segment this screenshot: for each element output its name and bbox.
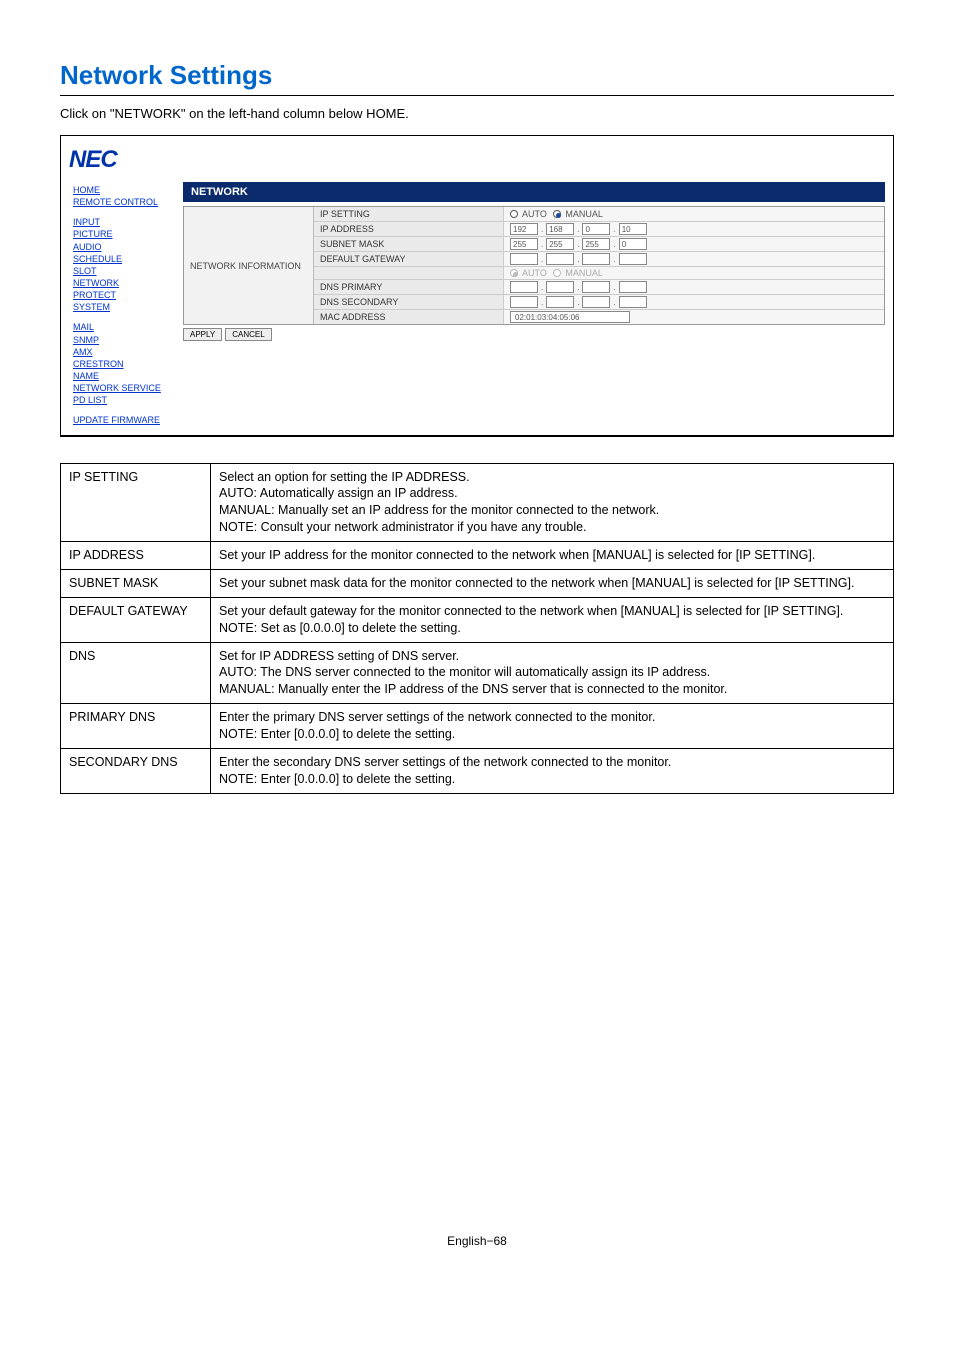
embedded-screenshot: NEC HOME REMOTE CONTROL INPUT PICTURE AU…: [60, 135, 894, 437]
table-row: DNSSet for IP ADDRESS setting of DNS ser…: [61, 642, 894, 704]
desc-value: Select an option for setting the IP ADDR…: [211, 463, 894, 542]
table-row: IP ADDRESSSet your IP address for the mo…: [61, 542, 894, 570]
table-row: DEFAULT GATEWAYSet your default gateway …: [61, 597, 894, 642]
apply-button[interactable]: APPLY: [183, 328, 222, 341]
sidebar-item-system[interactable]: SYSTEM: [73, 301, 179, 313]
desc-value: Set your subnet mask data for the monito…: [211, 569, 894, 597]
page-subtitle: Click on "NETWORK" on the left-hand colu…: [60, 106, 894, 121]
dns-secondary-label: DNS SECONDARY: [314, 295, 504, 309]
dns-manual-radio: [553, 269, 561, 277]
ip-oct-4[interactable]: 10: [619, 223, 647, 235]
page-title: Network Settings: [60, 60, 894, 96]
sidebar-item-network-service[interactable]: NETWORK SERVICE: [73, 382, 179, 394]
dns2-oct-3[interactable]: [582, 296, 610, 308]
desc-value: Set your IP address for the monitor conn…: [211, 542, 894, 570]
sidebar-item-pd-list[interactable]: PD LIST: [73, 394, 179, 406]
default-gateway-label: DEFAULT GATEWAY: [314, 252, 504, 266]
brand-logo: NEC: [69, 146, 117, 173]
dns1-oct-4[interactable]: [619, 281, 647, 293]
sidebar-item-audio[interactable]: AUDIO: [73, 241, 179, 253]
cancel-button[interactable]: CANCEL: [225, 328, 271, 341]
settings-description-table: IP SETTINGSelect an option for setting t…: [60, 463, 894, 794]
gw-oct-3[interactable]: [582, 253, 610, 265]
sidebar-item-slot[interactable]: SLOT: [73, 265, 179, 277]
sidebar-item-network[interactable]: NETWORK: [73, 277, 179, 289]
sidebar-item-home[interactable]: HOME: [73, 184, 179, 196]
section-header: NETWORK: [183, 182, 885, 202]
gw-oct-2[interactable]: [546, 253, 574, 265]
dns2-oct-4[interactable]: [619, 296, 647, 308]
desc-key: SECONDARY DNS: [61, 748, 211, 793]
ip-setting-manual-text: MANUAL: [565, 209, 603, 219]
table-row: IP SETTINGSelect an option for setting t…: [61, 463, 894, 542]
desc-key: SUBNET MASK: [61, 569, 211, 597]
sidebar: HOME REMOTE CONTROL INPUT PICTURE AUDIO …: [69, 178, 183, 427]
table-row: PRIMARY DNSEnter the primary DNS server …: [61, 704, 894, 749]
sidebar-item-amx[interactable]: AMX: [73, 346, 179, 358]
dns2-oct-2[interactable]: [546, 296, 574, 308]
sidebar-item-crestron[interactable]: CRESTRON: [73, 358, 179, 370]
desc-key: IP SETTING: [61, 463, 211, 542]
mac-address-label: MAC ADDRESS: [314, 310, 504, 324]
dns1-oct-2[interactable]: [546, 281, 574, 293]
sidebar-item-snmp[interactable]: SNMP: [73, 334, 179, 346]
dns-auto-text: AUTO: [522, 268, 547, 278]
gw-oct-4[interactable]: [619, 253, 647, 265]
mac-address-value: 02:01:03:04:05:06: [510, 311, 630, 323]
subnet-oct-1[interactable]: 255: [510, 238, 538, 250]
dns-primary-label: DNS PRIMARY: [314, 280, 504, 294]
desc-value: Enter the secondary DNS server settings …: [211, 748, 894, 793]
sidebar-item-protect[interactable]: PROTECT: [73, 289, 179, 301]
sidebar-item-mail[interactable]: MAIL: [73, 321, 179, 333]
ip-oct-2[interactable]: 168: [546, 223, 574, 235]
gw-oct-1[interactable]: [510, 253, 538, 265]
dns1-oct-1[interactable]: [510, 281, 538, 293]
desc-key: DEFAULT GATEWAY: [61, 597, 211, 642]
desc-key: DNS: [61, 642, 211, 704]
desc-key: PRIMARY DNS: [61, 704, 211, 749]
dns1-oct-3[interactable]: [582, 281, 610, 293]
page-footer: English−68: [60, 1234, 894, 1248]
subnet-oct-3[interactable]: 255: [582, 238, 610, 250]
table-row: SUBNET MASKSet your subnet mask data for…: [61, 569, 894, 597]
ip-address-label: IP ADDRESS: [314, 222, 504, 236]
table-row: SECONDARY DNSEnter the secondary DNS ser…: [61, 748, 894, 793]
subnet-mask-label: SUBNET MASK: [314, 237, 504, 251]
ip-setting-label: IP SETTING: [314, 207, 504, 221]
dns-manual-text: MANUAL: [565, 268, 603, 278]
ip-oct-3[interactable]: 0: [582, 223, 610, 235]
desc-value: Set for IP ADDRESS setting of DNS server…: [211, 642, 894, 704]
sidebar-item-remote-control[interactable]: REMOTE CONTROL: [73, 196, 179, 208]
sidebar-item-name[interactable]: NAME: [73, 370, 179, 382]
ip-setting-auto-radio[interactable]: [510, 210, 518, 218]
network-info-panel: NETWORK INFORMATION IP SETTING AUTO MANU…: [183, 206, 885, 325]
desc-key: IP ADDRESS: [61, 542, 211, 570]
dns2-oct-1[interactable]: [510, 296, 538, 308]
ip-setting-auto-text: AUTO: [522, 209, 547, 219]
desc-value: Set your default gateway for the monitor…: [211, 597, 894, 642]
desc-value: Enter the primary DNS server settings of…: [211, 704, 894, 749]
subnet-oct-2[interactable]: 255: [546, 238, 574, 250]
ip-setting-manual-radio[interactable]: [553, 210, 561, 218]
dns-auto-radio: [510, 269, 518, 277]
ip-oct-1[interactable]: 192: [510, 223, 538, 235]
dns-mode-label: [314, 267, 504, 279]
sidebar-item-input[interactable]: INPUT: [73, 216, 179, 228]
network-info-label: NETWORK INFORMATION: [184, 207, 314, 324]
sidebar-item-update-firmware[interactable]: UPDATE FIRMWARE: [73, 414, 179, 426]
sidebar-item-picture[interactable]: PICTURE: [73, 228, 179, 240]
sidebar-item-schedule[interactable]: SCHEDULE: [73, 253, 179, 265]
subnet-oct-4[interactable]: 0: [619, 238, 647, 250]
